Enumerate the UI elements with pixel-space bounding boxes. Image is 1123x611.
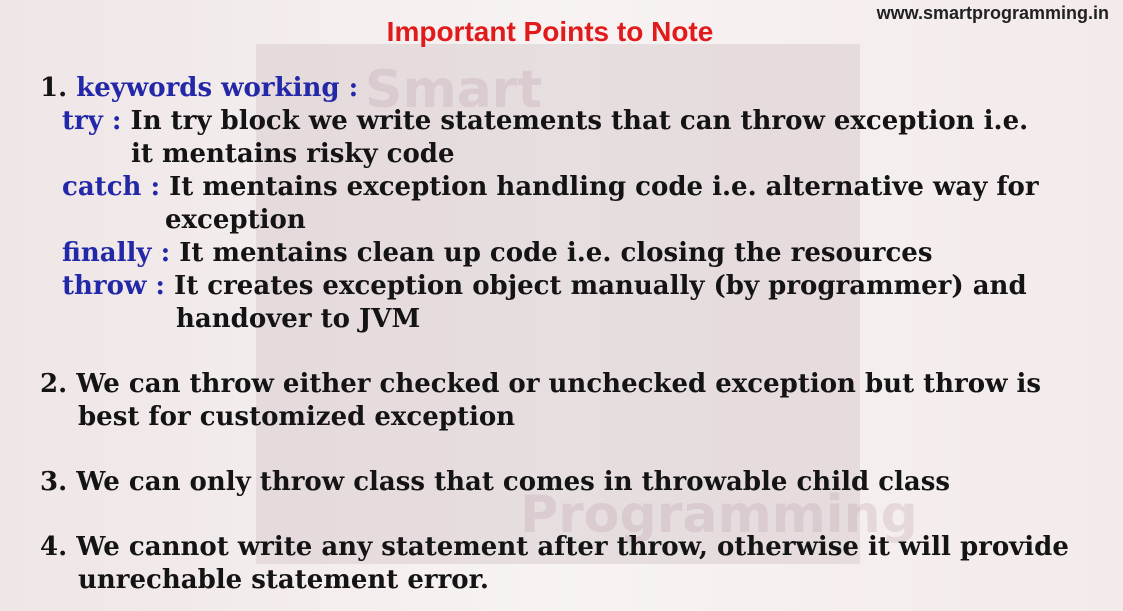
throw-keyword: throw : bbox=[62, 271, 165, 301]
point-3-line-1: We can only throw class that comes in th… bbox=[76, 467, 951, 497]
finally-keyword: finally : bbox=[62, 238, 171, 268]
try-item: try : In try block we write statements t… bbox=[40, 105, 1100, 138]
point-2-line-2: best for customized exception bbox=[78, 402, 516, 432]
throw-line-1: It creates exception object manually (by… bbox=[174, 271, 1027, 301]
point-1-title: 1. keywords working : bbox=[40, 72, 1100, 105]
try-keyword: try : bbox=[62, 106, 122, 136]
slide: Smart Programming www.smartprogramming.i… bbox=[0, 0, 1123, 611]
catch-line-1: It mentains exception handling code i.e.… bbox=[169, 172, 1039, 202]
point-2-number: 2. bbox=[40, 369, 68, 399]
point-3-number: 3. bbox=[40, 467, 68, 497]
catch-line-2: exception bbox=[165, 205, 306, 235]
point-3: 3. We can only throw class that comes in… bbox=[40, 466, 1100, 499]
points-list: 1. keywords working : try : In try block… bbox=[40, 72, 1100, 597]
catch-keyword: catch : bbox=[62, 172, 161, 202]
finally-line-1: It mentains clean up code i.e. closing t… bbox=[179, 238, 933, 268]
slide-title: Important Points to Note bbox=[386, 16, 714, 47]
try-line-1: In try block we write statements that ca… bbox=[130, 106, 1029, 136]
throw-item: throw : It creates exception object manu… bbox=[40, 270, 1100, 303]
throw-line-2: handover to JVM bbox=[176, 304, 421, 334]
try-line-2: it mentains risky code bbox=[131, 139, 455, 169]
point-1-number: 1. bbox=[40, 73, 68, 103]
point-1-heading: keywords working : bbox=[76, 73, 359, 103]
point-2: 2. We can throw either checked or unchec… bbox=[40, 368, 1100, 401]
point-4-line-1: We cannot write any statement after thro… bbox=[76, 532, 1069, 562]
point-4-line-2: unrechable statement error. bbox=[78, 565, 489, 595]
point-4: 4. We cannot write any statement after t… bbox=[40, 531, 1100, 564]
finally-item: finally : It mentains clean up code i.e.… bbox=[40, 237, 1100, 270]
point-2-line-1: We can throw either checked or unchecked… bbox=[76, 369, 1042, 399]
point-4-number: 4. bbox=[40, 532, 68, 562]
catch-item: catch : It mentains exception handling c… bbox=[40, 171, 1100, 204]
